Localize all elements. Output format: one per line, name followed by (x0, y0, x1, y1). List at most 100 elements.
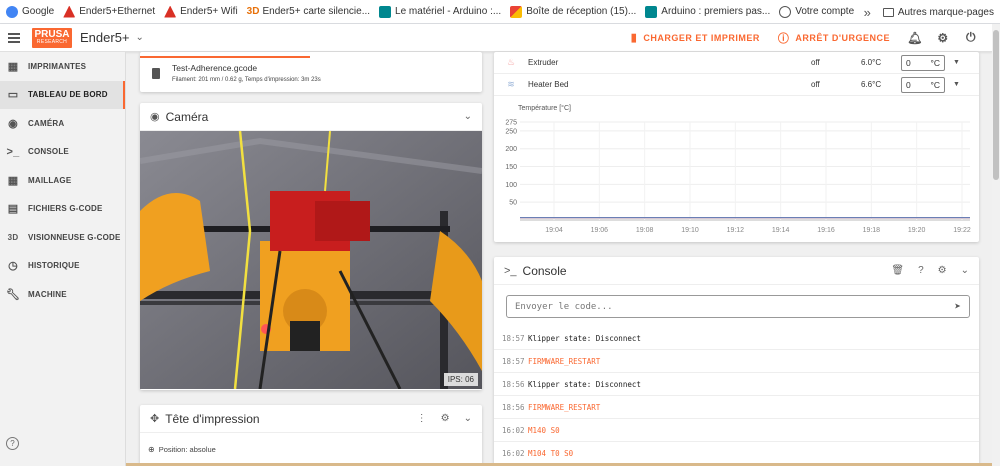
y-tick-label: 100 (505, 182, 517, 189)
other-bookmarks[interactable]: » Autres marque-pages (864, 0, 994, 23)
more-vertical-icon[interactable]: ⋮ (417, 413, 427, 424)
sidebar-item-gcode-viewer[interactable]: 3D VISIONNEUSE G-CODE (0, 223, 125, 252)
scrollbar-thumb[interactable] (993, 30, 999, 180)
console-line-time: 16:02 (502, 425, 525, 435)
toolhead-header[interactable]: ✥ Tête d'impression ⋮ ⚙ ⌄ (140, 405, 482, 433)
console-line: 18:57 Klipper state: Disconnect (494, 327, 979, 350)
bookmark-arduino-material[interactable]: Le matériel - Arduino :... (379, 5, 501, 18)
crosshair-icon: ⊕ (148, 445, 155, 454)
gear-icon[interactable]: ⚙ (441, 413, 450, 424)
camera-header[interactable]: ◉ Caméra ⌄ (140, 103, 482, 131)
trash-icon[interactable]: 🗑︎ (891, 265, 904, 276)
bookmark-silent-board[interactable]: 3D Ender5+ carte silencie... (247, 6, 370, 17)
upload-print-button[interactable]: ▮ CHARGER ET IMPRIMER (631, 31, 760, 44)
bookmark-google[interactable]: Google (6, 5, 54, 18)
x-tick-label: 19:08 (636, 227, 654, 234)
console-icon: >_ (504, 264, 517, 277)
chevron-down-icon[interactable]: ⌄ (961, 265, 969, 276)
extruder-target-input[interactable]: 0 °C (901, 54, 945, 71)
temperature-chart-svg: Température [°C] 50 100 150 200 250275 19:04 19… (505, 104, 971, 234)
heater-current-temp: 6.6°C (861, 80, 882, 89)
send-icon[interactable]: ➤ (954, 300, 961, 313)
heater-state: off (811, 80, 820, 89)
console-command-input[interactable]: Envoyer le code... ➤ (506, 295, 970, 318)
bed-target-input[interactable]: 0 °C (901, 76, 945, 93)
camera-stream[interactable]: IPS: 06 (140, 131, 482, 389)
console-icon: >_ (6, 145, 20, 158)
file-upload-icon: ▮ (630, 32, 638, 44)
y-axis-label: Température [°C] (518, 104, 571, 112)
x-tick-label: 19:06 (591, 227, 609, 234)
job-filename: Test-Adherence.gcode (172, 63, 258, 73)
arduino-icon (645, 5, 658, 18)
console-line: 18:56 Klipper state: Disconnect (494, 373, 979, 396)
x-tick-label: 19:16 (817, 227, 835, 234)
y-tick-label: 150 (505, 164, 517, 171)
creality-icon (164, 5, 177, 18)
console-line-time: 18:57 (502, 333, 525, 343)
sidebar-item-console[interactable]: >_ CONSOLE (0, 138, 125, 167)
bookmark-inbox[interactable]: Boîte de réception (15)... (510, 5, 636, 18)
console-line-text: Klipper state: Disconnect (528, 333, 641, 343)
preset-dropdown-icon[interactable]: ▼ (953, 81, 960, 88)
alert-circle-icon: ⓘ (777, 32, 790, 45)
heated-bed-icon: ≋ (507, 79, 515, 89)
printer-selector[interactable]: Ender5+ (80, 30, 130, 45)
sidebar-item-mesh[interactable]: ▦ MAILLAGE (0, 166, 125, 195)
x-tick-label: 19:20 (908, 227, 926, 234)
heater-state: off (811, 58, 820, 67)
preset-dropdown-icon[interactable]: ▼ (953, 59, 960, 66)
camera-card: ◉ Caméra ⌄ IPS: 06 (140, 103, 482, 390)
page-scrollbar[interactable] (992, 24, 1000, 466)
grid-icon: ▦ (7, 60, 19, 73)
sidebar-item-printers[interactable]: ▦ IMPRIMANTES (0, 52, 125, 81)
bookmark-ethernet[interactable]: Ender5+Ethernet (63, 5, 155, 18)
webcam-icon: ◉ (8, 117, 18, 130)
console-line-text[interactable]: FIRMWARE_RESTART (528, 403, 600, 412)
help-icon[interactable]: ? (918, 265, 924, 276)
sidebar-item-machine[interactable]: 🔧︎ MACHINE (0, 280, 125, 309)
folder-icon (882, 7, 894, 17)
chevron-down-icon[interactable]: ⌄ (136, 32, 144, 43)
history-icon: ◷ (8, 260, 18, 273)
menu-icon[interactable] (8, 32, 20, 43)
bell-icon[interactable]: 🔔︎ (907, 31, 922, 45)
mesh-icon: ▦ (7, 174, 19, 187)
emergency-stop-button[interactable]: ⓘ ARRÊT D'URGENCE (778, 30, 890, 46)
arduino-icon (379, 5, 392, 18)
chevron-down-icon[interactable]: ⌄ (464, 111, 472, 122)
console-line-text[interactable]: M104 T0 S0 (528, 449, 573, 458)
sidebar-item-history[interactable]: ◷ HISTORIQUE (0, 252, 125, 281)
sidebar-item-camera[interactable]: ◉ CAMÉRA (0, 109, 125, 138)
print-job-card: Test-Adherence.gcode Filament: 201 mm / … (140, 52, 482, 92)
bookmarks-bar: Google Ender5+Ethernet Ender5+ Wifi 3D En… (0, 0, 1000, 24)
help-icon[interactable]: ? (6, 437, 19, 450)
heater-name: Extruder (528, 58, 559, 67)
google-icon (6, 5, 18, 18)
chevron-down-icon[interactable]: ⌄ (464, 413, 472, 424)
console-line: 16:02 M140 S0 (494, 419, 979, 442)
sidebar-item-gcode-files[interactable]: ▤ FICHIERS G-CODE (0, 195, 125, 224)
console-title: Console (522, 263, 567, 278)
bookmark-arduino-start[interactable]: Arduino : premiers pas... (645, 5, 770, 18)
globe-icon (779, 5, 792, 18)
power-icon[interactable]: ⏻ (964, 30, 978, 45)
sidebar-item-dashboard[interactable]: ▭ TABLEAU DE BORD (0, 80, 125, 109)
x-tick-label: 19:22 (953, 227, 971, 234)
chevron-double-right-icon[interactable]: » (864, 5, 871, 20)
console-line-text[interactable]: M140 S0 (528, 426, 560, 435)
fps-badge: IPS: 06 (443, 373, 478, 386)
console-header[interactable]: >_ Console 🗑︎ ? ⚙ ⌄ (494, 257, 979, 285)
bookmark-account[interactable]: Votre compte (779, 5, 854, 18)
gears-icon[interactable]: ⚙ (936, 31, 950, 45)
bookmark-wifi[interactable]: Ender5+ Wifi (164, 5, 238, 18)
x-tick-label: 19:04 (545, 227, 563, 234)
creality-icon (63, 5, 76, 18)
console-line: 16:02 M104 T0 S0 (494, 442, 979, 465)
webcam-icon: ◉ (150, 111, 160, 123)
file-icon (152, 68, 160, 79)
prusa-logo: PRUSA RESEARCH (32, 27, 72, 48)
gear-icon[interactable]: ⚙ (938, 265, 947, 276)
move-icon: ✥ (150, 413, 160, 425)
console-line-text[interactable]: FIRMWARE_RESTART (528, 357, 600, 366)
